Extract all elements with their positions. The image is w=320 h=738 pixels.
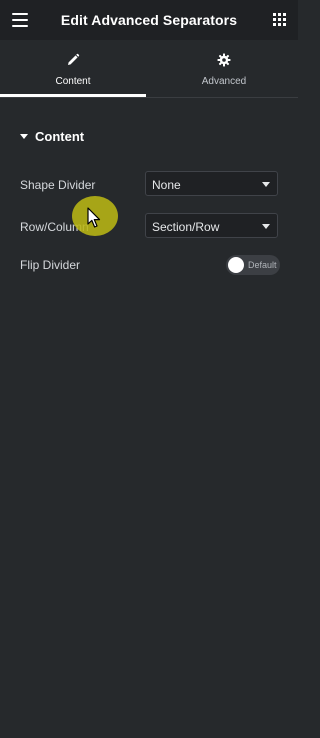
- gear-icon: [217, 52, 231, 68]
- flip-divider-toggle[interactable]: Default: [226, 255, 280, 275]
- mouse-pointer-icon: [87, 207, 101, 228]
- tab-advanced[interactable]: Advanced: [150, 40, 298, 98]
- grid-apps-icon[interactable]: [273, 13, 287, 27]
- section-toggle-content[interactable]: Content: [20, 129, 84, 144]
- tab-content-label: Content: [55, 76, 91, 87]
- shape-divider-label: Shape Divider: [20, 178, 96, 192]
- flip-divider-label: Flip Divider: [20, 258, 81, 272]
- section-title: Content: [35, 129, 85, 144]
- panel-tabs: Content Advanced: [0, 40, 298, 98]
- shape-divider-value: None: [152, 178, 181, 192]
- tab-content[interactable]: Content: [0, 40, 146, 98]
- row-column-value: Section/Row: [152, 220, 220, 234]
- pencil-icon: [66, 52, 80, 68]
- top-bar: Edit Advanced Separators: [0, 0, 298, 40]
- tab-advanced-label: Advanced: [201, 76, 247, 87]
- hamburger-menu-icon[interactable]: [12, 13, 28, 27]
- chevron-down-icon: [262, 182, 270, 187]
- chevron-down-icon: [262, 224, 270, 229]
- shape-divider-select[interactable]: None: [145, 171, 278, 196]
- toggle-knob: [228, 257, 244, 273]
- toggle-state-text: Default: [248, 260, 277, 270]
- row-column-select[interactable]: Section/Row: [145, 213, 278, 238]
- panel-title: Edit Advanced Separators: [60, 12, 238, 28]
- tabs-divider: [0, 97, 298, 98]
- caret-down-icon: [20, 134, 28, 139]
